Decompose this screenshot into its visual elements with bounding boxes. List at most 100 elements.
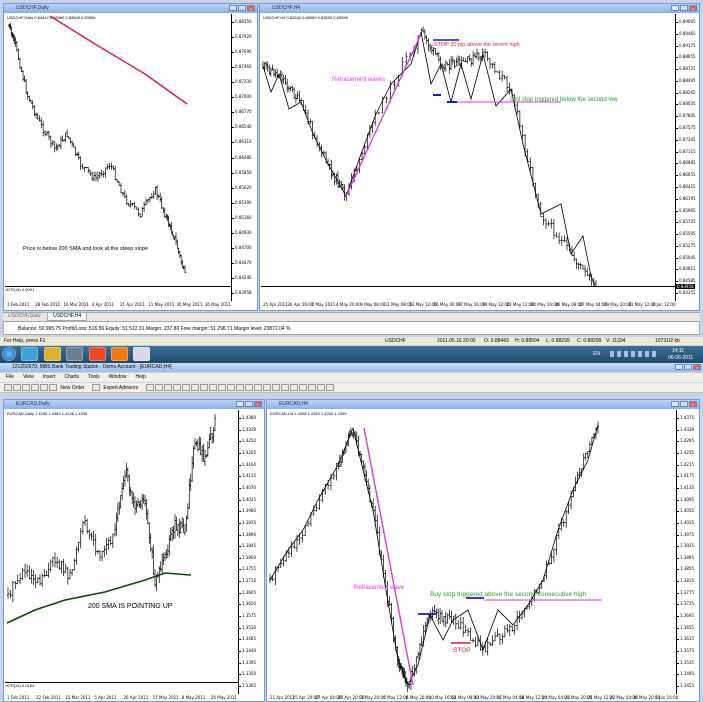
usdchf-daily-time-axis: 1 Feb 2011 28 Feb 2011 16 Mar 2011 4 Apr 20… — [5, 301, 231, 309]
status-close: C: 0.88299 — [577, 338, 602, 344]
tab-usdchf-daily[interactable]: USDCHF,Daily — [3, 313, 46, 320]
eurcad-h4-title: EURCAD,H4 — [279, 401, 308, 407]
market-watch-icon[interactable] — [22, 384, 30, 391]
minimize-icon[interactable]: _ — [675, 364, 683, 370]
autoscroll-icon[interactable] — [289, 384, 298, 391]
minimize-icon[interactable]: _ — [236, 401, 244, 407]
minimize-icon[interactable]: _ — [671, 401, 679, 407]
menu-tools[interactable]: Tools — [88, 373, 100, 382]
tester-icon[interactable] — [49, 384, 57, 391]
meta-editor-icon[interactable] — [91, 384, 100, 391]
sma-annotation: 200 SMA IS POINTING UP — [88, 603, 173, 610]
taskbar-app-4[interactable] — [88, 347, 106, 361]
language-indicator[interactable]: EN — [593, 351, 600, 357]
periods-icon[interactable] — [316, 384, 325, 391]
price-tick: 1.3495 — [677, 671, 694, 677]
account-summary: Balance: 50 965.75 Profit/Loss: 516.56 E… — [18, 326, 291, 332]
maximize-icon[interactable]: □ — [238, 5, 246, 11]
price-tick: 1.3455 — [677, 683, 694, 688]
clock-time[interactable]: 14:11 — [672, 348, 684, 354]
eurcad-h4-window[interactable]: EURCAD,H4 _ □ × EURCAD,H4 1.4208 1.4363 1.… — [266, 399, 700, 702]
zoom-out-icon[interactable] — [271, 384, 280, 391]
close-icon[interactable]: × — [689, 401, 697, 407]
navigator-icon[interactable] — [31, 384, 39, 391]
clock-date[interactable]: 06-06-2011 — [668, 355, 693, 361]
templates-icon[interactable] — [325, 384, 334, 391]
vertical-line-icon[interactable] — [163, 384, 172, 391]
eurcad-daily-plot[interactable]: EURCAD,Daily 1.4296 1.4363 1.4248 1.4339… — [5, 410, 239, 695]
candle-chart-icon[interactable] — [244, 384, 253, 391]
price-tick: 1.4339 — [239, 426, 256, 432]
crosshair-icon[interactable] — [154, 384, 163, 391]
price-tick: 0.86195 — [676, 195, 696, 201]
time-tick: 17 May 2011 — [152, 695, 179, 700]
menu-window[interactable]: Window — [109, 373, 127, 382]
shift-icon[interactable] — [298, 384, 307, 391]
maximize-icon[interactable]: □ — [680, 401, 688, 407]
eurcad-h4-plot[interactable]: EURCAD,H4 1.4208 1.4363 1.4204 1.4339 Re… — [268, 410, 676, 694]
terminal-icon[interactable] — [40, 384, 48, 391]
menu-charts[interactable]: Charts — [64, 373, 79, 382]
taskbar-app-6[interactable] — [133, 347, 151, 361]
menu-insert[interactable]: Insert — [43, 373, 56, 382]
tab-usdchf-h4[interactable]: USDCHF,H4 — [47, 313, 88, 321]
close-icon[interactable]: × — [247, 5, 255, 11]
usdchf-h4-window[interactable]: USDCHF,H4 _ □ × USDCHF,H4 0.84842 0.85089 … — [259, 3, 700, 311]
time-tick: 26 Apr 2011 — [123, 695, 149, 700]
eurcad-h4-titlebar[interactable]: EURCAD,H4 _ □ × — [267, 400, 699, 409]
minimize-icon[interactable]: _ — [229, 5, 237, 11]
usdchf-h4-plot[interactable]: USDCHF,H4 0.84842 0.85089 0.83505 0.8395… — [261, 14, 676, 301]
usdchf-daily-titlebar[interactable]: USDCHF,Daily _ □ × — [4, 4, 257, 13]
maximize-icon[interactable]: □ — [680, 5, 688, 11]
zoom-in-icon[interactable] — [262, 384, 271, 391]
price-tick: 0.85735 — [676, 219, 696, 225]
fibonacci-icon[interactable] — [199, 384, 208, 391]
taskbar-app-3[interactable] — [66, 347, 84, 361]
atr-label: ATR(14) 0.0154 — [6, 683, 35, 688]
sell-annotation: Sell stop triggered below the second low — [510, 97, 618, 103]
channel-icon[interactable] — [190, 384, 199, 391]
app-title: 121252670: MBS Bank Trading Station - De… — [12, 364, 172, 370]
menu-view[interactable]: View — [23, 373, 34, 382]
price-tick: 1.3855 — [677, 566, 694, 572]
new-chart-icon[interactable] — [4, 384, 12, 391]
taskbar-app-2[interactable] — [43, 347, 61, 361]
usdchf-daily-window[interactable]: USDCHF,Daily _ □ × USDCHF,Daily 0.84842 0.… — [3, 3, 258, 311]
close-icon[interactable]: × — [254, 401, 262, 407]
price-tick: 1.3350 — [239, 671, 256, 677]
eurcad-daily-titlebar[interactable]: EURCAD,Daily _ □ × — [4, 400, 264, 409]
bar-chart-icon[interactable] — [235, 384, 244, 391]
expert-advisors-button[interactable]: Expert Advisors — [103, 385, 138, 391]
taskbar-app-1[interactable] — [21, 347, 39, 361]
arrow-icon[interactable] — [226, 384, 235, 391]
taskbar-app-5[interactable] — [110, 347, 128, 361]
eurcad-daily-window[interactable]: EURCAD,Daily _ □ × EURCAD,Daily 1.4296 1.4… — [3, 399, 265, 702]
close-icon[interactable]: × — [689, 5, 697, 11]
maximize-icon[interactable]: □ — [684, 364, 692, 370]
label-icon[interactable] — [217, 384, 226, 391]
indicators-icon[interactable] — [307, 384, 316, 391]
price-tick: 0.85850 — [232, 169, 252, 175]
retracement-line — [345, 33, 422, 197]
cursor-icon[interactable] — [145, 384, 154, 391]
usdchf-daily-candles — [7, 15, 188, 273]
usdchf-daily-plot[interactable]: USDCHF,Daily 0.84842 0.85089 0.83505 0.8… — [5, 14, 232, 301]
start-button[interactable] — [2, 347, 16, 361]
menu-help[interactable]: Help — [136, 373, 146, 382]
horizontal-line-icon[interactable] — [172, 384, 181, 391]
new-order-button[interactable]: New Order — [60, 385, 84, 391]
close-icon[interactable]: × — [693, 364, 701, 370]
text-icon[interactable] — [208, 384, 217, 391]
usdchf-h4-titlebar[interactable]: USDCHF,H4 _ □ × — [260, 4, 699, 13]
app-titlebar[interactable]: 121252670: MBS Bank Trading Station - De… — [0, 363, 703, 372]
profiles-icon[interactable] — [13, 384, 21, 391]
status-bar: For Help, press F1 USDCHF 2011.05.16 20:… — [0, 337, 703, 345]
line-chart-icon[interactable] — [253, 384, 262, 391]
tile-icon[interactable] — [280, 384, 289, 391]
trendline-icon[interactable] — [181, 384, 190, 391]
minimize-icon[interactable]: _ — [671, 5, 679, 11]
maximize-icon[interactable]: □ — [245, 401, 253, 407]
menu-file[interactable]: File — [6, 373, 14, 382]
price-tick: 0.87345 — [676, 136, 696, 142]
status-low: L: 0.88299 — [546, 338, 570, 344]
